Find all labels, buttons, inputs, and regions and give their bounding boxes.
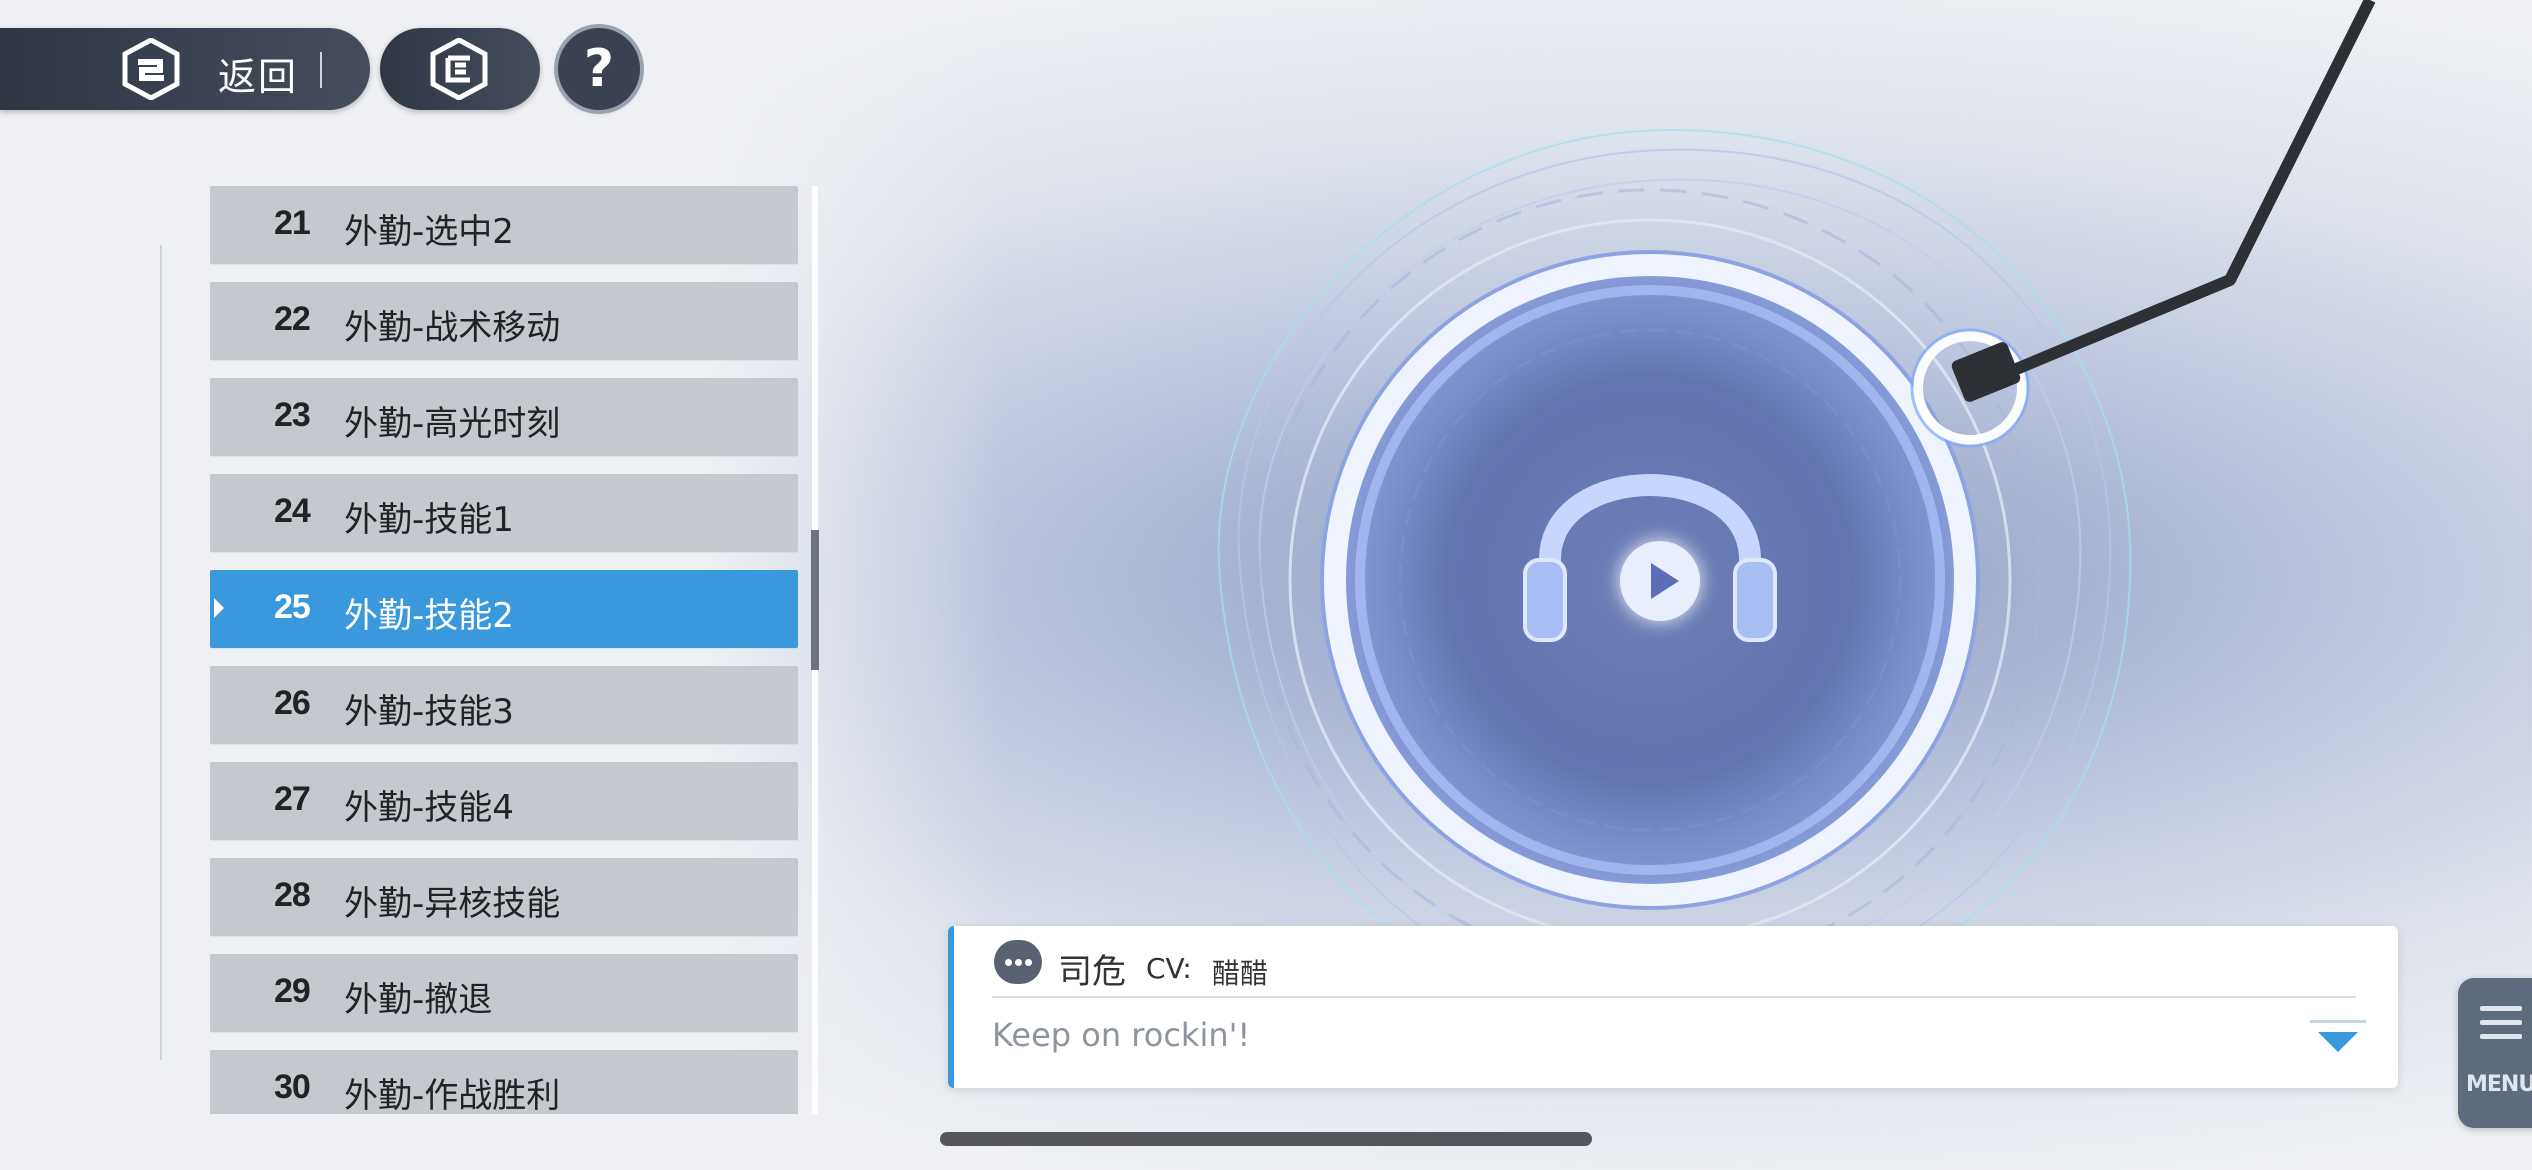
list-item[interactable]: 22 外勤-战术移动	[210, 282, 798, 360]
item-name: 外勤-撤退	[344, 980, 493, 1020]
item-number: 26	[274, 684, 311, 722]
list-item[interactable]: 27 外勤-技能4	[210, 762, 798, 840]
chat-bubble-icon	[994, 940, 1042, 984]
item-name: 外勤-技能3	[344, 692, 514, 732]
list-item[interactable]: 24 外勤-技能1	[210, 474, 798, 552]
play-button[interactable]	[1620, 541, 1700, 621]
item-name: 外勤-技能2	[344, 596, 514, 636]
tonearm	[1910, 0, 2376, 448]
back-label: 返回	[218, 55, 299, 99]
help-button[interactable]: ?	[558, 28, 640, 110]
item-name: 外勤-技能4	[344, 788, 514, 828]
cv-label: CV:	[1146, 952, 1192, 985]
item-name: 外勤-技能1	[344, 500, 514, 540]
dialogue-box[interactable]: 司危 CV: 醋醋 Keep on rockin'!	[948, 926, 2398, 1088]
dialog-divider	[992, 996, 2356, 998]
item-number: 27	[274, 780, 311, 818]
home-indicator[interactable]	[940, 1132, 1592, 1146]
item-name: 外勤-战术移动	[344, 308, 561, 348]
back-button[interactable]: 返回	[0, 28, 370, 110]
triangle-down-icon[interactable]	[2318, 1032, 2358, 1052]
hamburger-icon	[2480, 1006, 2522, 1040]
cv-name: 醋醋	[1212, 957, 1269, 990]
item-name: 外勤-选中2	[344, 212, 514, 252]
list-item[interactable]: 23 外勤-高光时刻	[210, 378, 798, 456]
list-item[interactable]: 29 外勤-撤退	[210, 954, 798, 1032]
item-number: 21	[274, 204, 311, 242]
item-number: 25	[274, 588, 311, 626]
menu-label: MENU	[2466, 1072, 2532, 1097]
list-guide-line	[160, 245, 162, 1060]
scrollbar-thumb[interactable]	[811, 530, 819, 670]
item-number: 22	[274, 300, 311, 338]
list-item[interactable]: 28 外勤-异核技能	[210, 858, 798, 936]
speaker-name: 司危	[1058, 952, 1126, 992]
separator	[320, 52, 322, 88]
app-logo-icon	[122, 38, 180, 100]
item-name: 外勤-作战胜利	[344, 1076, 561, 1114]
selected-marker-icon	[214, 598, 224, 618]
item-name: 外勤-高光时刻	[344, 404, 561, 444]
item-name: 外勤-异核技能	[344, 884, 561, 924]
home-logo-icon	[430, 38, 488, 100]
list-item-selected[interactable]: 25 外勤-技能2	[210, 570, 798, 648]
list-item[interactable]: 26 外勤-技能3	[210, 666, 798, 744]
home-button[interactable]	[380, 28, 540, 110]
item-number: 24	[274, 492, 311, 530]
list-item[interactable]: 30 外勤-作战胜利	[210, 1050, 798, 1114]
menu-button[interactable]: MENU	[2458, 978, 2532, 1128]
item-number: 29	[274, 972, 311, 1010]
dialogue-line: Keep on rockin'!	[992, 1016, 1251, 1054]
list-item[interactable]: 21 外勤-选中2	[210, 186, 798, 264]
item-number: 23	[274, 396, 311, 434]
next-indicator-line	[2310, 1020, 2366, 1023]
item-number: 30	[274, 1068, 311, 1106]
voice-line-list: 21 外勤-选中2 22 外勤-战术移动 23 外勤-高光时刻 24 外勤-技能…	[210, 186, 800, 1114]
item-number: 28	[274, 876, 311, 914]
